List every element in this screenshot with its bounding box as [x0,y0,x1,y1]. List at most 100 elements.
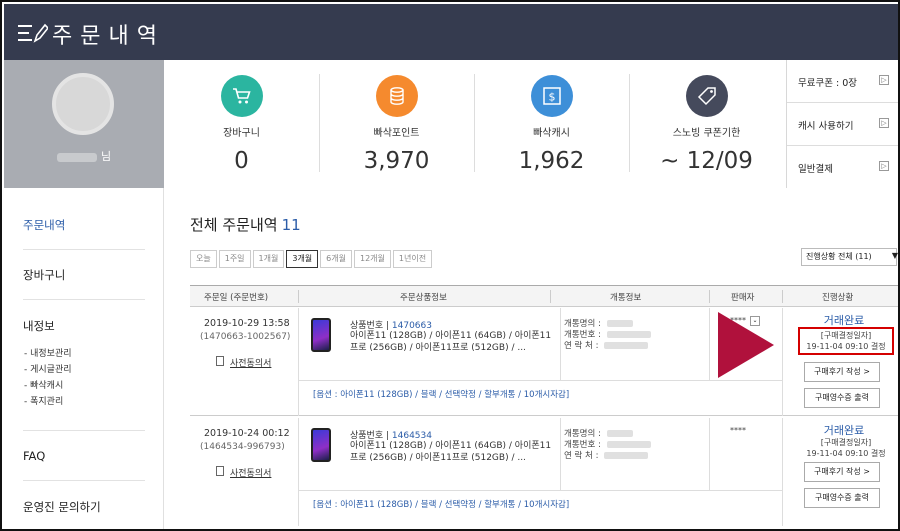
sidebar-item-myinfo[interactable]: 내정보 [23,318,145,334]
document-icon [216,356,224,366]
stat-label: 스노빙 쿠폰기한 [672,128,741,139]
page-frame: 주문내역 님 장바구니 0 빠삭포인트 3,970 $ 빠삭캐시 1,962 스… [0,0,900,531]
divider [23,480,145,481]
main-content: 전체 주문내역 11 오늘 1주일 1개월 3개월 6개월 12개월 1년이전 진행상황 전체… [164,188,898,529]
product-name[interactable]: 아이폰11 (128GB) / 아이폰11 (64GB) / 아이폰11프로 (… [350,441,555,464]
chevron-down-icon: ▼ [891,251,898,260]
filter-6month[interactable]: 6개월 [320,250,352,268]
stat-cash[interactable]: $ 빠삭캐시 1,962 [474,60,629,188]
product-option: [옵션 : 아이폰11 (128GB) / 블랙 / 선택약정 / 할부개통 /… [313,500,570,510]
purchase-confirm-date: [구매결정일자] 19-11-04 09:10 결정 [798,437,894,459]
avatar [52,73,114,135]
chevron-right-icon: ▷ [879,118,889,128]
sidebar-item-contact[interactable]: 운영진 문의하기 [23,499,145,515]
header-bar: 주문내역 [4,4,898,60]
divider [782,290,783,303]
status-select-value: 진행상황 전체 (11) [806,252,872,261]
filter-1year-before[interactable]: 1년이전 [392,250,433,268]
free-coupon-link[interactable]: 무료쿠폰 : 0장 ▷ [787,60,898,103]
consent-form-link[interactable]: 사전동의서 [230,466,271,479]
divider [298,418,299,526]
contact-label: 연 락 처 : [564,451,599,461]
use-cash-link[interactable]: 캐시 사용하기 ▷ [787,103,898,146]
purchase-confirm-date: [구매결정일자] 19-11-04 09:10 결정 [798,327,894,355]
blurred-value [606,430,633,437]
col-order-date: 주문일 (주문번호) [204,293,269,303]
divider [782,418,783,526]
profile-panel: 님 [4,60,164,188]
svg-text:$: $ [548,91,555,104]
tag-icon [685,75,728,117]
cash-icon: $ [530,75,573,117]
table-row: 2019-10-29 13:58 (1470663-1002567) 사전동의서… [190,308,898,416]
sidebar-subitem[interactable]: - 빠삭캐시 [24,378,63,391]
filter-today[interactable]: 오늘 [190,250,217,268]
stat-coupon[interactable]: 스노빙 쿠폰기한 ~ 12/09 [629,60,784,188]
print-receipt-button[interactable]: 구매영수증 출력 [804,488,880,508]
red-pointer-arrow [718,312,774,378]
profile-name: 님 [4,148,164,164]
divider [299,380,782,381]
stat-label: 장바구니 [223,128,260,139]
divider [560,418,561,490]
product-number-link[interactable]: 1464534 [392,431,432,441]
chevron-right-icon: ▷ [879,161,889,171]
blurred-value [604,452,649,459]
menu-edit-icon[interactable] [18,22,48,44]
confirm-label: [구매결정일자] [820,438,872,447]
activation-name-label: 개통명의 : [564,319,601,329]
write-review-button[interactable]: 구매후기 작성 > [804,462,880,482]
order-date: 2019-10-29 13:58 [204,318,290,329]
name-suffix: 님 [100,150,112,163]
order-date: 2019-10-24 00:12 [204,428,290,439]
status-label[interactable]: 거래완료 [790,422,898,438]
table-row: 2019-10-24 00:12 (1464534-996793) 사전동의서 … [190,418,898,526]
product-name[interactable]: 아이폰11 (128GB) / 아이폰11 (64GB) / 아이폰11프로 (… [350,331,555,354]
sidebar-item-cart[interactable]: 장바구니 [23,267,145,283]
filter-12month[interactable]: 12개월 [353,250,391,268]
status-label[interactable]: 거래완료 [790,312,898,328]
stat-points[interactable]: 빠삭포인트 3,970 [319,60,474,188]
sidebar-subitem[interactable]: - 폭지관리 [24,394,63,407]
sidebar-item-faq[interactable]: FAQ [23,449,145,463]
activation-info: 개통명의 : 개통번호 : 연 락 처 : [564,429,651,462]
print-receipt-button[interactable]: 구매영수증 출력 [804,388,880,408]
product-number-link[interactable]: 1470663 [392,321,432,331]
coupon-label: 캐시 사용하기 [798,121,854,132]
page-title: 주문내역 [52,24,165,49]
divider [23,430,145,431]
stat-value: 3,970 [363,148,430,174]
divider [782,308,783,416]
blurred-value [606,320,633,327]
divider [560,308,561,380]
coupon-links: 무료쿠폰 : 0장 ▷ 캐시 사용하기 ▷ 일반결제 ▷ [786,60,898,188]
col-seller: 판매자 [731,293,755,303]
blurred-value [606,441,651,448]
activation-number-label: 개통번호 : [564,330,601,340]
section-title: 전체 주문내역 11 [190,214,301,235]
col-status: 진행상황 [822,293,854,303]
divider [299,490,782,491]
general-payment-link[interactable]: 일반결제 ▷ [787,146,898,189]
filter-3month[interactable]: 3개월 [286,250,319,268]
consent-form-link[interactable]: 사전동의서 [230,356,271,369]
status-select[interactable]: 진행상황 전체 (11) ▼ [801,248,898,266]
product-thumbnail[interactable] [311,428,331,462]
product-number-label: 상품번호 | [350,431,390,441]
write-review-button[interactable]: 구매후기 작성 > [804,362,880,382]
blurred-value [606,331,651,338]
sidebar-item-orders[interactable]: 주문내역 [23,217,145,233]
filter-1week[interactable]: 1주일 [218,250,251,268]
chevron-right-icon: ▷ [879,75,889,85]
document-icon [216,466,224,476]
filter-1month[interactable]: 1개월 [252,250,285,268]
stat-cart[interactable]: 장바구니 0 [164,60,319,188]
sidebar-subitem[interactable]: - 내정보관리 [24,346,72,359]
sidebar-subitem[interactable]: - 게시글관리 [24,362,72,375]
product-number: 상품번호 | 1464534 [350,428,432,441]
stat-label: 빠삭캐시 [533,128,570,139]
divider [709,290,710,303]
confirm-label: [구매결정일자] [820,331,872,340]
product-thumbnail[interactable] [311,318,331,352]
seller-name: **** [730,426,746,435]
